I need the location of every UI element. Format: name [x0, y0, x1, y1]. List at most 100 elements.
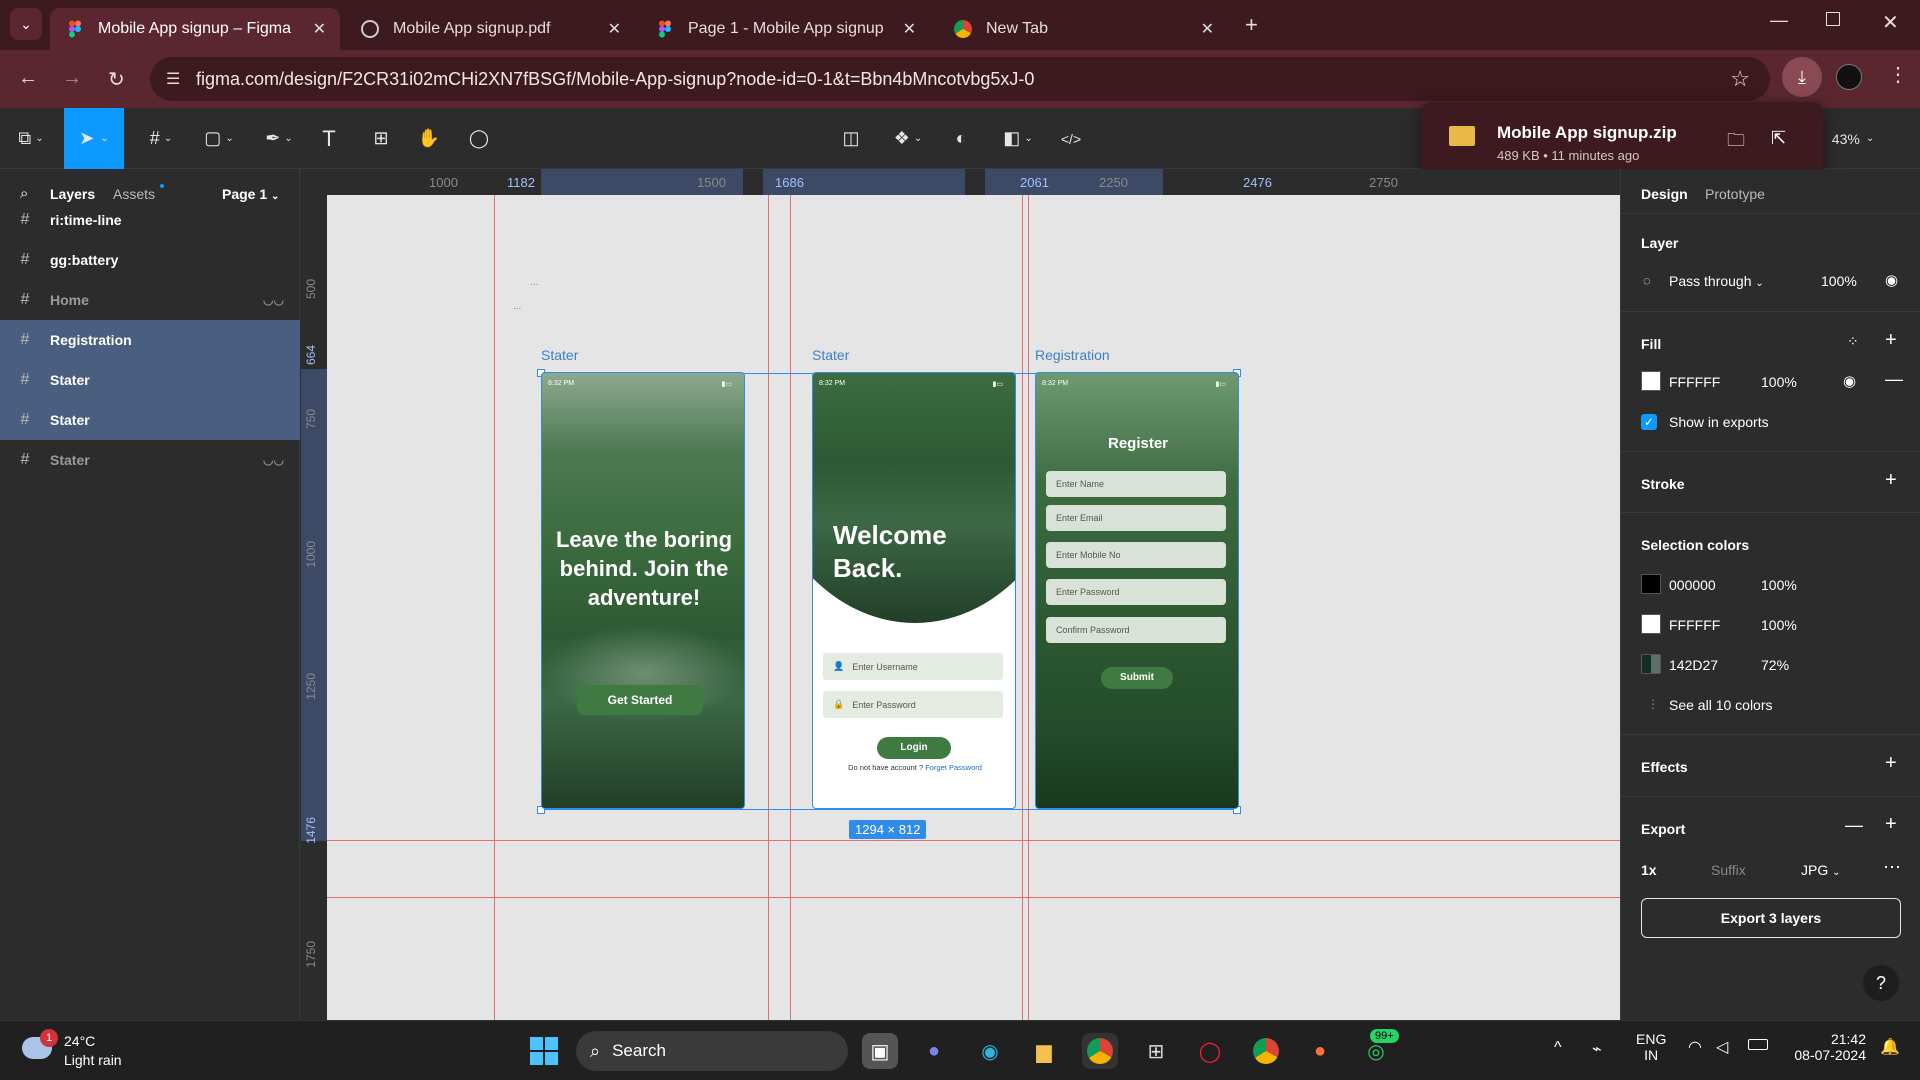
notification-bell-icon[interactable]: 🔔 — [1880, 1037, 1900, 1057]
taskbar-search[interactable]: ⌕ Search — [576, 1031, 848, 1071]
add-effect-icon[interactable]: + — [1885, 752, 1897, 775]
email-field[interactable]: Enter Email — [1046, 505, 1226, 531]
firefox-icon[interactable]: ● — [1302, 1033, 1338, 1069]
layer-item[interactable]: # Stater — [0, 400, 300, 440]
close-icon[interactable]: ✕ — [313, 19, 326, 39]
zoom-dropdown[interactable]: 43% ⌄ — [1818, 108, 1888, 169]
tray-chevron-icon[interactable]: ^ — [1554, 1039, 1562, 1057]
layer-item[interactable]: # gg:battery — [0, 240, 300, 280]
color-opacity[interactable]: 100% — [1761, 577, 1797, 593]
edge-icon[interactable]: ◉ — [972, 1033, 1008, 1069]
export-scale[interactable]: 1x — [1641, 862, 1657, 878]
pen-tool-icon[interactable]: ✒ ⌄ — [256, 108, 302, 169]
tab-new[interactable]: New Tab ✕ — [938, 8, 1228, 50]
resources-icon[interactable]: ⊞ — [366, 108, 396, 169]
chrome-profile-icon[interactable] — [1248, 1033, 1284, 1069]
export-button[interactable]: Export 3 layers — [1641, 898, 1901, 938]
hidden-eye-icon[interactable]: ◡◡ — [263, 453, 284, 467]
color-hex[interactable]: 142D27 — [1669, 657, 1718, 673]
name-field[interactable]: Enter Name — [1046, 471, 1226, 497]
reload-icon[interactable]: ↻ — [108, 67, 125, 92]
frame-label[interactable]: Stater — [541, 347, 578, 363]
fill-opacity[interactable]: 100% — [1761, 374, 1797, 390]
close-icon[interactable]: ✕ — [1201, 19, 1214, 39]
task-view-icon[interactable]: ▣ — [862, 1033, 898, 1069]
color-hex[interactable]: 000000 — [1669, 577, 1716, 593]
frame-tool-icon[interactable]: # ⌄ — [138, 108, 184, 169]
component-icon[interactable]: ❖ ⌄ — [886, 108, 930, 169]
layer-item[interactable]: # Home ◡◡ — [0, 280, 300, 320]
shape-tool-icon[interactable]: ▢ ⌄ — [196, 108, 242, 169]
close-icon[interactable]: ✕ — [608, 19, 621, 39]
add-fill-icon[interactable]: + — [1885, 329, 1897, 352]
show-exports-checkbox[interactable]: ✓ — [1641, 414, 1657, 430]
teams-icon[interactable]: ● — [916, 1033, 952, 1069]
layer-item[interactable]: # Stater ◡◡ — [0, 440, 300, 480]
color-hex[interactable]: FFFFFF — [1669, 617, 1720, 633]
frame-label[interactable]: Stater — [812, 347, 849, 363]
language-indicator[interactable]: ENG IN — [1636, 1031, 1666, 1063]
password-field[interactable]: Enter Password — [1046, 579, 1226, 605]
color-opacity[interactable]: 72% — [1761, 657, 1789, 673]
add-stroke-icon[interactable]: + — [1885, 469, 1897, 492]
layout-icon[interactable]: ◫ — [836, 108, 866, 169]
forget-password-link[interactable]: Forget Password — [925, 763, 982, 772]
export-format-dropdown[interactable]: JPG ⌄ — [1801, 862, 1841, 878]
get-started-button[interactable]: Get Started — [577, 685, 703, 715]
username-field[interactable]: 👤 Enter Username — [823, 653, 1003, 680]
tab-pdf[interactable]: Mobile App signup.pdf ✕ — [345, 8, 635, 50]
avatar[interactable] — [1836, 64, 1862, 90]
tab-figma-page[interactable]: Page 1 - Mobile App signup ✕ — [640, 8, 930, 50]
text-tool-icon[interactable]: T — [314, 108, 344, 169]
styles-grid-icon[interactable]: ⁘ — [1847, 333, 1859, 350]
export-settings-icon[interactable]: ⋯ — [1883, 857, 1901, 878]
fill-swatch[interactable] — [1641, 371, 1661, 391]
screen-stater-2[interactable]: 8:32 PM ▮▭ Welcome Back. 👤 Enter Username … — [812, 372, 1016, 809]
back-icon[interactable]: ← — [18, 67, 38, 90]
confirm-password-field[interactable]: Confirm Password — [1046, 617, 1226, 643]
screen-stater-1[interactable]: 8:32 PM ▮▭ Leave the boring behind. Join … — [541, 372, 745, 809]
restore-icon[interactable] — [1826, 12, 1840, 26]
weather-widget[interactable]: 1 24°C Light rain — [20, 1029, 140, 1071]
tab-figma[interactable]: Mobile App signup – Figma ✕ — [50, 8, 340, 50]
eye-icon[interactable]: ◉ — [1843, 372, 1856, 390]
layer-item[interactable]: # Registration — [0, 320, 300, 360]
password-field[interactable]: 🔒 Enter Password — [823, 691, 1003, 718]
new-tab-plus-icon[interactable]: + — [1245, 12, 1258, 38]
frame-label[interactable]: Registration — [1035, 347, 1110, 363]
login-button[interactable]: Login — [877, 737, 951, 759]
tab-design[interactable]: Design — [1641, 186, 1688, 202]
menu-kebab-icon[interactable]: ⋮ — [1888, 62, 1908, 87]
mobile-field[interactable]: Enter Mobile No — [1046, 542, 1226, 568]
url-field[interactable]: ☰ figma.com/design/F2CR31i02mCHi2XN7fBSG… — [150, 57, 1770, 101]
chrome-icon[interactable] — [1082, 1033, 1118, 1069]
dev-mode-icon[interactable]: </> — [1054, 108, 1088, 169]
color-swatch[interactable] — [1641, 654, 1661, 674]
comment-tool-icon[interactable]: ◯ — [464, 108, 494, 169]
see-all-colors-link[interactable]: See all 10 colors — [1669, 697, 1773, 713]
color-swatch[interactable] — [1641, 614, 1661, 634]
blend-mode-dropdown[interactable]: Pass through ⌄ — [1669, 273, 1764, 289]
submit-button[interactable]: Submit — [1101, 667, 1173, 689]
clock[interactable]: 21:42 08-07-2024 — [1780, 1031, 1866, 1063]
layer-item[interactable]: # ri:time-line — [0, 200, 300, 240]
opera-icon[interactable]: ◯ — [1192, 1033, 1228, 1069]
windows-start-icon[interactable] — [526, 1033, 562, 1069]
site-info-icon[interactable]: ☰ — [166, 69, 180, 89]
tab-search-dropdown[interactable]: ⌄ — [10, 8, 42, 40]
hidden-eye-icon[interactable]: ◡◡ — [263, 293, 284, 307]
minimize-icon[interactable]: — — [1770, 10, 1788, 31]
bookmark-star-icon[interactable]: ☆ — [1730, 66, 1750, 92]
hand-tool-icon[interactable]: ✋ — [414, 108, 444, 169]
color-opacity[interactable]: 100% — [1761, 617, 1797, 633]
open-folder-icon[interactable]: 🗀 — [1727, 128, 1745, 158]
move-tool-icon[interactable]: ➤ ⌄ — [64, 108, 124, 169]
store-icon[interactable]: ⊞ — [1138, 1033, 1174, 1069]
download-filename[interactable]: Mobile App signup.zip — [1497, 123, 1677, 143]
window-close-icon[interactable]: ✕ — [1882, 10, 1899, 35]
volume-icon[interactable]: ◁ — [1716, 1037, 1728, 1057]
eye-icon[interactable]: ◉ — [1885, 271, 1898, 289]
fill-hex[interactable]: FFFFFF — [1669, 374, 1720, 390]
close-icon[interactable]: ✕ — [903, 19, 916, 39]
battery-icon[interactable] — [1748, 1039, 1768, 1050]
